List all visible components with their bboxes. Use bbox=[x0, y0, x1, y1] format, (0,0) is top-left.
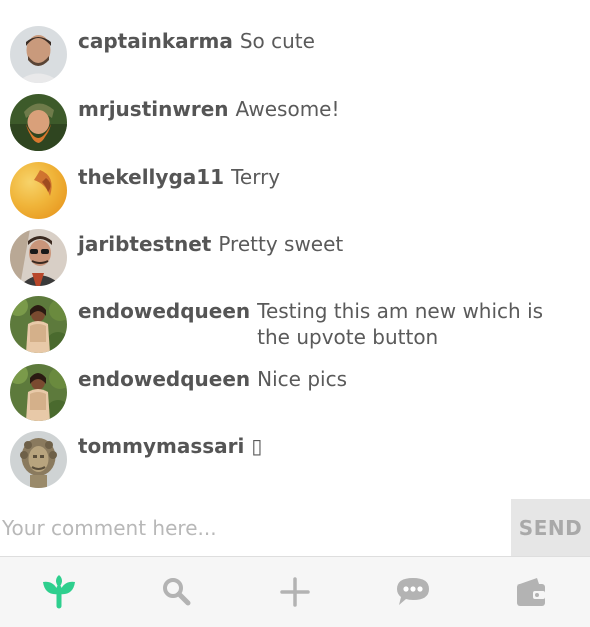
avatar[interactable] bbox=[10, 296, 67, 353]
comment-username[interactable]: endowedqueen bbox=[78, 298, 250, 350]
comment-body: Awesome! bbox=[235, 97, 340, 121]
comment-input[interactable] bbox=[0, 499, 505, 556]
comment-username[interactable]: thekellyga11 bbox=[78, 164, 224, 190]
nav-item-chat[interactable] bbox=[354, 557, 472, 627]
search-icon bbox=[163, 578, 191, 606]
comment-body: Terry bbox=[231, 165, 281, 189]
nav-item-create[interactable] bbox=[236, 557, 354, 627]
avatar[interactable] bbox=[10, 26, 67, 83]
comment-body: Nice pics bbox=[257, 367, 347, 391]
bottom-nav bbox=[0, 557, 590, 627]
comment-username[interactable]: tommymassari bbox=[78, 433, 244, 459]
nav-item-search[interactable] bbox=[118, 557, 236, 627]
avatar[interactable] bbox=[10, 94, 67, 151]
send-button[interactable]: SEND bbox=[511, 499, 590, 556]
comment-username[interactable]: endowedqueen bbox=[78, 366, 250, 392]
nav-item-home[interactable] bbox=[0, 557, 118, 627]
comment-username[interactable]: captainkarma bbox=[78, 28, 233, 54]
comment-body: Testing this am new which is the upvote … bbox=[257, 299, 544, 349]
chat-bubble-icon bbox=[397, 578, 429, 605]
sprout-icon bbox=[43, 575, 75, 609]
plus-icon bbox=[280, 577, 310, 607]
comment-body: Pretty sweet bbox=[218, 232, 344, 256]
avatar[interactable] bbox=[10, 431, 67, 488]
comment-body: ▯ bbox=[251, 434, 263, 458]
avatar[interactable] bbox=[10, 162, 67, 219]
nav-item-wallet[interactable] bbox=[472, 557, 590, 627]
comment-username[interactable]: mrjustinwren bbox=[78, 96, 229, 122]
wallet-icon bbox=[517, 578, 545, 606]
avatar[interactable] bbox=[10, 364, 67, 421]
comment-compose-bar: SEND bbox=[0, 499, 590, 557]
comment-body: So cute bbox=[239, 29, 315, 53]
avatar[interactable] bbox=[10, 229, 67, 286]
comment-username[interactable]: jaribtestnet bbox=[78, 231, 211, 257]
